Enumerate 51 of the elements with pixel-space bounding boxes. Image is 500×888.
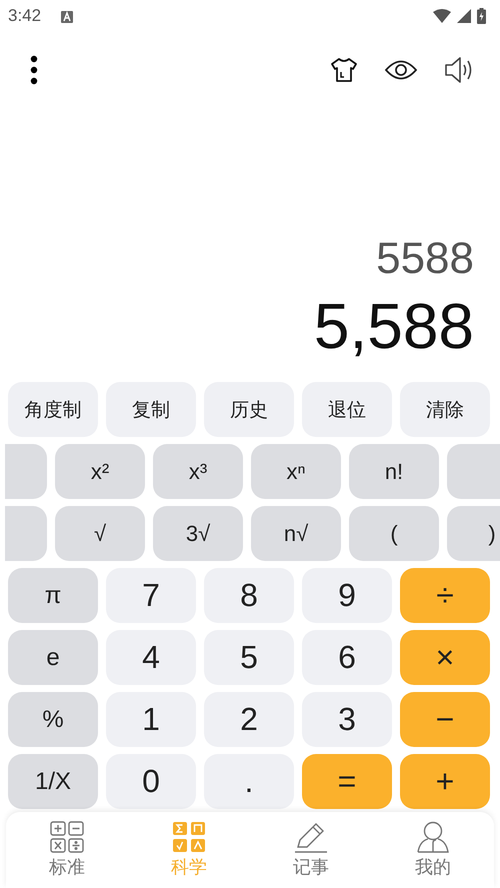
wifi-icon	[433, 9, 451, 23]
nav-tab[interactable]: 记事	[250, 812, 372, 888]
keypad-key[interactable]: 5	[204, 630, 294, 685]
nav-tab[interactable]: 标准	[6, 812, 128, 888]
result-text: 5,588	[314, 289, 474, 364]
signal-icon	[457, 9, 471, 23]
keypad-key[interactable]: 3	[302, 692, 392, 747]
keypad-key[interactable]: +	[400, 754, 490, 809]
eye-icon[interactable]	[384, 59, 418, 81]
keypad-key[interactable]: π	[8, 568, 98, 623]
scientific-key[interactable]: )	[447, 506, 500, 561]
status-time: 3:42	[8, 6, 42, 26]
function-key[interactable]: 复制	[106, 382, 196, 437]
calculator-icon	[50, 821, 84, 853]
pencil-icon	[294, 821, 328, 853]
keypad-key[interactable]: 7	[106, 568, 196, 623]
keypad-key[interactable]: ×	[400, 630, 490, 685]
person-icon	[416, 821, 450, 853]
keypad-key[interactable]: 2	[204, 692, 294, 747]
keypad-key[interactable]: 0	[106, 754, 196, 809]
scientific-key[interactable]: 3√	[153, 506, 243, 561]
function-key[interactable]: 角度制	[8, 382, 98, 437]
battery-icon	[477, 8, 486, 24]
scientific-key[interactable]: x²	[55, 444, 145, 499]
keypad-key[interactable]: 8	[204, 568, 294, 623]
keypad-key[interactable]: 1/X	[8, 754, 98, 809]
keypad-key[interactable]: 9	[302, 568, 392, 623]
notification-icon	[61, 11, 74, 23]
keypad-key[interactable]: 1	[106, 692, 196, 747]
nav-tab[interactable]: 我的	[372, 812, 494, 888]
scientific-key[interactable]: √	[55, 506, 145, 561]
keypad-key[interactable]: 6	[302, 630, 392, 685]
keypad-key[interactable]: 4	[106, 630, 196, 685]
scientific-key[interactable]: (	[349, 506, 439, 561]
keypad-key[interactable]: =	[302, 754, 392, 809]
keypad-key[interactable]: −	[400, 692, 490, 747]
keypad-key[interactable]: ÷	[400, 568, 490, 623]
scientific-key[interactable]: x³	[153, 444, 243, 499]
shirt-icon[interactable]	[330, 57, 358, 83]
keypad-key[interactable]: e	[8, 630, 98, 685]
scientific-key[interactable]: n√	[251, 506, 341, 561]
function-key[interactable]: 清除	[400, 382, 490, 437]
function-key[interactable]: 退位	[302, 382, 392, 437]
keypad-key[interactable]: .	[204, 754, 294, 809]
keypad-key[interactable]: %	[8, 692, 98, 747]
menu-icon[interactable]	[30, 55, 38, 85]
science-grid-icon	[172, 821, 206, 853]
scientific-key[interactable]: n!	[349, 444, 439, 499]
function-key[interactable]: 历史	[204, 382, 294, 437]
expression-text: 5588	[376, 233, 474, 285]
scientific-key[interactable]: xⁿ	[251, 444, 341, 499]
